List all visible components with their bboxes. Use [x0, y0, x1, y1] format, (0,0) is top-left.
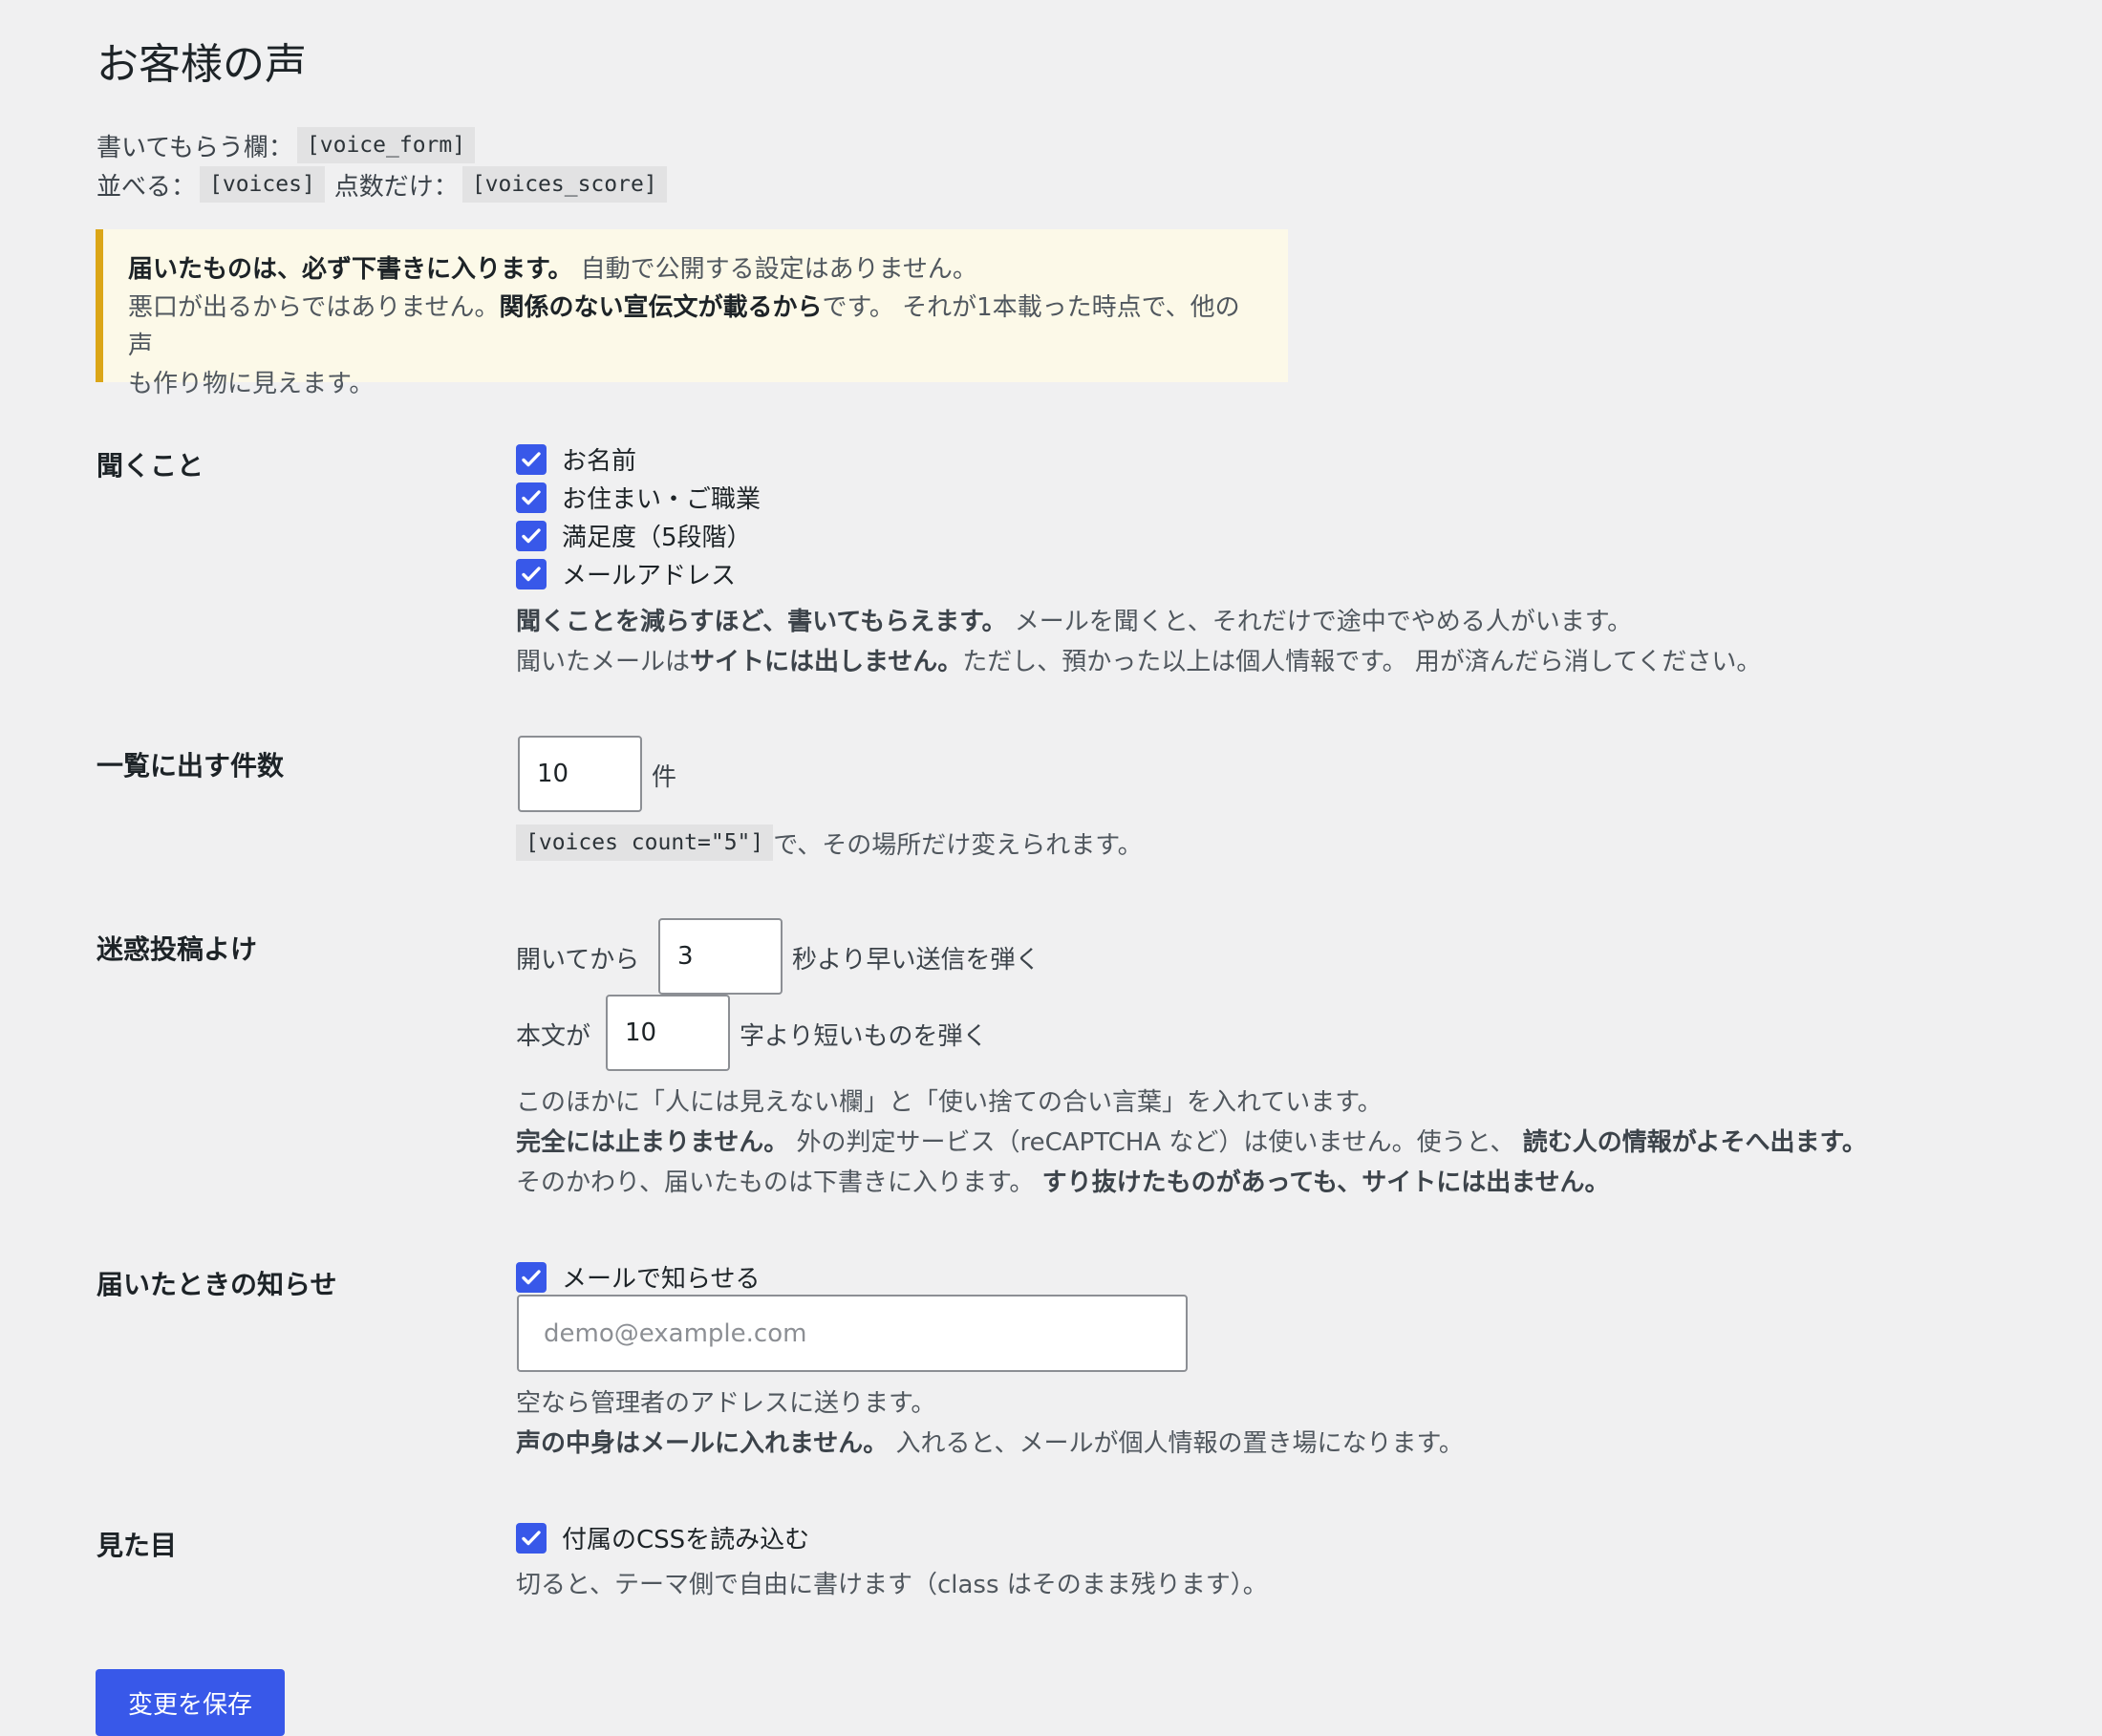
save-button[interactable]: 変更を保存 [96, 1669, 285, 1736]
count-unit: 件 [652, 763, 677, 792]
spam-length-input[interactable]: 10 [606, 995, 730, 1071]
appearance-label: 見た目 [97, 1530, 178, 1561]
spam-length-prefix: 本文が [516, 1022, 591, 1051]
fields-description-2: 聞いたメールはサイトには出しません。ただし、預かった以上は個人情報です。 用が済… [516, 642, 1761, 677]
checkbox-checked-icon[interactable] [516, 443, 547, 475]
field-option-name[interactable]: お名前 [516, 441, 636, 477]
shortcode-form-code: [voice_form] [296, 127, 476, 163]
shortcode-score-label: 点数だけ： [333, 172, 459, 202]
notify-desc2-rest: 入れると、メールが個人情報の置き場になります。 [888, 1429, 1464, 1458]
checkbox-checked-icon[interactable] [516, 520, 547, 551]
checkbox-checked-icon[interactable] [516, 558, 547, 589]
fields-desc1-bold: 聞くことを減らすほど、書いてもらえます。 [516, 608, 1007, 636]
field-option-label: お名前 [562, 447, 637, 476]
count-hint-text: で、その場所だけ変えられます。 [773, 830, 1143, 860]
notify-description-2: 声の中身はメールに入れません。 入れると、メールが個人情報の置き場になります。 [516, 1424, 1464, 1459]
notify-desc2-bold: 声の中身はメールに入れません。 [516, 1429, 889, 1458]
spam-desc3-bold: すり抜けたものがあっても、サイトには出ません。 [1041, 1168, 1610, 1197]
notify-email-checkbox[interactable]: メールで知らせる [516, 1259, 760, 1295]
fields-desc2-bold: サイトには出しません。 [690, 648, 963, 676]
spam-description-1: このほかに「人には見えない欄」と「使い捨ての合い言葉」を入れています。 [516, 1088, 1383, 1117]
spam-length-suffix: 字より短いものを弾く [740, 1022, 988, 1051]
spam-time-input[interactable]: 3 [658, 918, 783, 995]
appearance-description: 切ると、テーマ側で自由に書けます（class はそのまま残ります）。 [516, 1571, 1268, 1599]
spam-description-3: そのかわり、届いたものは下書きに入ります。 すり抜けたものがあっても、サイトには… [516, 1163, 1609, 1198]
spam-label: 迷惑投稿よけ [97, 933, 258, 965]
notice-line1: 自動で公開する設定はありません。 [572, 255, 977, 284]
draft-notice: 届いたものは、必ず下書きに入ります。 自動で公開する設定はありません。 悪口が出… [96, 229, 1288, 398]
checkbox-checked-icon[interactable] [516, 482, 547, 513]
shortcode-list-line: 並べる： [voices] 点数だけ： [voices_score] [97, 166, 667, 203]
page-title: お客様の声 [97, 40, 307, 89]
notify-email-input[interactable]: demo@example.com [517, 1295, 1188, 1372]
count-hint-code: [voices count="5"] [516, 825, 774, 861]
appearance-checkbox-label: 付属のCSSを読み込む [562, 1526, 810, 1554]
notice-bold: 届いたものは、必ず下書きに入ります。 [128, 255, 573, 284]
field-option-email[interactable]: メールアドレス [516, 556, 736, 591]
notice-line2-bold: 関係のない宣伝文が載るから [499, 293, 823, 322]
spam-desc2-mid: 外の判定サービス（reCAPTCHA など）は使いません。使うと、 [788, 1128, 1523, 1157]
shortcode-score-code: [voices_score] [461, 166, 667, 203]
fields-description-1: 聞くことを減らすほど、書いてもらえます。 メールを聞くと、それだけで途中でやめる… [516, 602, 1632, 637]
shortcode-list-code: [voices] [200, 166, 325, 203]
fields-desc2-a: 聞いたメールは [516, 648, 691, 676]
spam-desc3-a: そのかわり、届いたものは下書きに入ります。 [516, 1168, 1042, 1197]
count-label: 一覧に出す件数 [97, 750, 285, 782]
shortcode-list-label: 並べる： [97, 172, 197, 202]
field-option-address[interactable]: お住まい・ご職業 [516, 480, 761, 515]
notify-checkbox-label: メールで知らせる [562, 1265, 761, 1294]
field-option-rating[interactable]: 満足度（5段階） [516, 518, 752, 553]
fields-label: 聞くこと [97, 450, 204, 482]
spam-time-suffix: 秒より早い送信を弾く [792, 946, 1040, 975]
notice-line3: も作り物に見えます。 [128, 370, 375, 398]
spam-time-prefix: 開いてから [516, 946, 640, 975]
checkbox-checked-icon[interactable] [516, 1261, 547, 1293]
count-input[interactable]: 10 [518, 736, 642, 812]
settings-page: お客様の声 書いてもらう欄： [voice_form] 並べる： [voices… [0, 0, 2102, 1736]
notify-label: 届いたときの知らせ [97, 1269, 337, 1300]
field-option-label: 満足度（5段階） [562, 524, 752, 552]
field-option-label: メールアドレス [562, 562, 737, 590]
count-hint: [voices count="5"] で、その場所だけ変えられます。 [516, 825, 1143, 861]
field-option-label: お住まい・ご職業 [562, 485, 761, 514]
appearance-css-checkbox[interactable]: 付属のCSSを読み込む [516, 1520, 809, 1555]
checkbox-checked-icon[interactable] [516, 1522, 547, 1554]
spam-desc2-bold: 完全には止まりません。 [516, 1128, 789, 1157]
spam-description-2: 完全には止まりません。 外の判定サービス（reCAPTCHA など）は使いません… [516, 1123, 1867, 1158]
notify-description-1: 空なら管理者のアドレスに送ります。 [516, 1389, 936, 1418]
shortcode-form-label: 書いてもらう欄： [97, 133, 293, 162]
fields-desc1-rest: メールを聞くと、それだけで途中でやめる人がいます。 [1006, 608, 1633, 636]
notice-line2a: 悪口が出るからではありません。 [128, 293, 500, 322]
fields-desc2-b: ただし、預かった以上は個人情報です。 用が済んだら消してください。 [962, 648, 1762, 676]
spam-desc2-bold2: 読む人の情報がよそへ出ます。 [1522, 1128, 1867, 1157]
shortcode-form-line: 書いてもらう欄： [voice_form] [97, 127, 476, 163]
